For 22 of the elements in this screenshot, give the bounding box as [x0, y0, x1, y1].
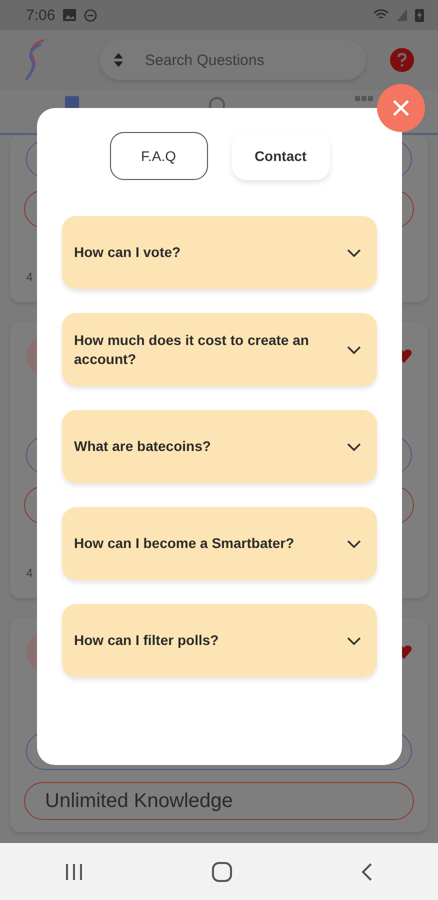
close-icon	[392, 99, 410, 117]
vote-count: 4	[26, 566, 33, 582]
signal-icon	[397, 9, 407, 21]
do-not-disturb-icon	[84, 8, 98, 22]
logo-icon	[24, 38, 46, 82]
vote-count: 4	[26, 270, 33, 286]
faq-item[interactable]: How can I vote?	[62, 216, 377, 289]
image-icon	[63, 9, 76, 21]
faq-item[interactable]: How can I filter polls?	[62, 604, 377, 677]
sort-icon	[114, 53, 123, 67]
battery-icon	[415, 8, 424, 22]
back-icon[interactable]	[361, 862, 374, 880]
status-time: 7:06	[26, 6, 56, 24]
faq-item[interactable]: How much does it cost to create an account?	[62, 313, 377, 386]
dialog-tab[interactable]: F.A.Q	[110, 132, 208, 180]
faq-item[interactable]: What are batecoins?	[62, 410, 377, 483]
recent-apps-icon[interactable]	[64, 864, 83, 880]
answer-option[interactable]: Unlimited Knowledge	[24, 782, 414, 820]
dialog-tab[interactable]: Contact	[232, 132, 330, 180]
wifi-icon	[373, 9, 389, 21]
home-icon[interactable]	[212, 862, 232, 882]
faq-item[interactable]: How can I become a Smartbater?	[62, 507, 377, 580]
